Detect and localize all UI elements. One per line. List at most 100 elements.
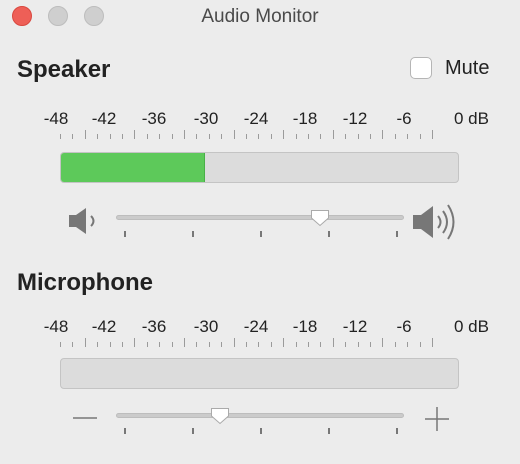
microphone-scale-tick [296, 342, 297, 347]
speaker-scale-label: -42 [91, 109, 117, 128]
microphone-scale-tick [308, 342, 309, 347]
speaker-scale-label: 0 dB [454, 109, 489, 128]
microphone-scale-tick [358, 342, 359, 347]
speaker-slider-tick [192, 231, 194, 237]
microphone-scale-label: -24 [243, 317, 269, 336]
microphone-scale-tick [370, 342, 371, 347]
speaker-scale-tick [97, 134, 98, 139]
microphone-scale-tick [110, 342, 111, 347]
speaker-scale-label: -18 [292, 109, 318, 128]
microphone-scale-tick [85, 338, 86, 347]
speaker-slider-tick [260, 231, 262, 237]
microphone-scale-tick [209, 342, 210, 347]
speaker-db-scale: -48 -42 -36 -30 -24 -18 -12 -6 0 dB [0, 109, 520, 139]
speaker-low-icon [69, 208, 95, 234]
speaker-scale-tick [382, 130, 383, 139]
speaker-scale-tick [72, 134, 73, 139]
mute-label: Mute [445, 57, 490, 79]
microphone-scale-tick [395, 342, 396, 347]
speaker-scale-tick [420, 134, 421, 139]
microphone-slider-tick [396, 428, 398, 434]
microphone-scale-label: -36 [141, 317, 167, 336]
speaker-scale-tick [345, 134, 346, 139]
microphone-scale-label: -18 [292, 317, 318, 336]
microphone-scale-tick [196, 342, 197, 347]
speaker-level-meter [60, 152, 459, 183]
speaker-scale-tick [134, 130, 135, 139]
microphone-scale-tick [97, 342, 98, 347]
speaker-scale-label: -24 [243, 109, 269, 128]
microphone-scale-tick [234, 338, 235, 347]
speaker-scale-label: -36 [141, 109, 167, 128]
speaker-scale-label: -30 [193, 109, 219, 128]
microphone-gain-slider-thumb[interactable] [210, 407, 230, 425]
speaker-scale-tick [172, 134, 173, 139]
speaker-scale-tick [122, 134, 123, 139]
microphone-scale-label: -12 [342, 317, 368, 336]
microphone-scale-tick [432, 338, 433, 347]
speaker-scale-tick [370, 134, 371, 139]
speaker-scale-tick [407, 134, 408, 139]
microphone-slider-tick [124, 428, 126, 434]
minus-icon[interactable] [72, 408, 98, 428]
speaker-scale-tick [258, 134, 259, 139]
microphone-scale-tick [147, 342, 148, 347]
microphone-scale-label: 0 dB [454, 317, 489, 336]
plus-icon[interactable] [424, 406, 450, 432]
speaker-scale-tick [296, 134, 297, 139]
speaker-scale-tick [395, 134, 396, 139]
microphone-slider-tick [192, 428, 194, 434]
speaker-scale-tick [320, 134, 321, 139]
speaker-slider-tick [124, 231, 126, 237]
speaker-scale-tick [358, 134, 359, 139]
mute-checkbox-box[interactable] [410, 57, 432, 79]
microphone-scale-label: -6 [396, 317, 412, 336]
speaker-volume-slider-track[interactable] [116, 215, 404, 220]
microphone-scale-label: -30 [193, 317, 219, 336]
microphone-scale-tick [134, 338, 135, 347]
speaker-slider-tick [328, 231, 330, 237]
microphone-scale-tick [159, 342, 160, 347]
microphone-scale-tick [283, 338, 284, 347]
speaker-scale-tick [110, 134, 111, 139]
speaker-scale-tick [209, 134, 210, 139]
speaker-scale-tick [147, 134, 148, 139]
speaker-section-title: Speaker [17, 56, 111, 83]
microphone-scale-tick [271, 342, 272, 347]
speaker-high-icon [413, 204, 455, 240]
microphone-scale-tick [345, 342, 346, 347]
speaker-scale-tick [221, 134, 222, 139]
microphone-slider-tick [328, 428, 330, 434]
speaker-scale-tick [308, 134, 309, 139]
speaker-scale-tick [234, 130, 235, 139]
speaker-scale-tick [271, 134, 272, 139]
window-title: Audio Monitor [201, 6, 319, 27]
microphone-scale-tick [258, 342, 259, 347]
microphone-scale-tick [184, 338, 185, 347]
speaker-scale-label: -12 [342, 109, 368, 128]
speaker-scale-tick [283, 130, 284, 139]
speaker-scale-tick [60, 134, 61, 139]
microphone-scale-tick [122, 342, 123, 347]
microphone-db-scale: -48 -42 -36 -30 -24 -18 -12 -6 0 dB [0, 317, 520, 347]
speaker-scale-label: -48 [43, 109, 69, 128]
microphone-scale-tick [172, 342, 173, 347]
microphone-gain-slider-track[interactable] [116, 413, 404, 418]
speaker-scale-tick [196, 134, 197, 139]
speaker-scale-tick [246, 134, 247, 139]
microphone-scale-label: -48 [43, 317, 69, 336]
microphone-section-title: Microphone [17, 269, 153, 296]
speaker-volume-slider-thumb[interactable] [310, 209, 330, 227]
speaker-slider-tick [396, 231, 398, 237]
microphone-scale-tick [407, 342, 408, 347]
speaker-level-fill [61, 153, 205, 182]
speaker-scale-label: -6 [396, 109, 412, 128]
microphone-scale-label: -42 [91, 317, 117, 336]
microphone-scale-tick [221, 342, 222, 347]
speaker-scale-tick [85, 130, 86, 139]
microphone-scale-tick [320, 342, 321, 347]
microphone-scale-tick [420, 342, 421, 347]
microphone-scale-tick [246, 342, 247, 347]
speaker-scale-tick [159, 134, 160, 139]
microphone-level-meter [60, 358, 459, 389]
